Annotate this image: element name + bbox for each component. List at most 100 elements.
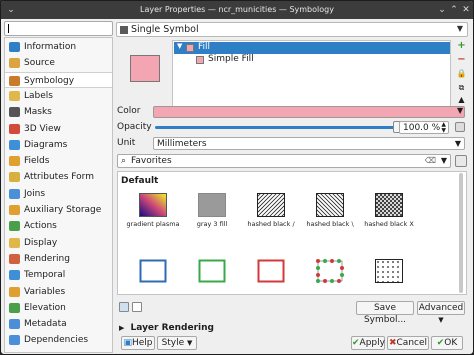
symbol-item-outline-green[interactable] [183,257,241,309]
unit-select[interactable]: Millimeters ▼ [153,137,465,150]
add-layer-icon[interactable]: + [455,40,468,52]
sidebar-item-label: Variables [24,286,66,297]
style-button[interactable]: Style ▼ [157,336,197,350]
sidebar-item-information[interactable]: Information [5,39,112,55]
sidebar-item-metadata[interactable]: Metadata [5,316,112,332]
symbol-item-dots-outline[interactable] [301,257,359,309]
opacity-label: Opacity [117,122,152,132]
remove-layer-icon[interactable]: − [455,54,468,66]
attributes-form-icon [9,172,20,183]
symbol-item-hash-x[interactable]: hashed black X [360,191,418,243]
expand-arrow-icon[interactable]: ▼ [177,42,182,50]
library-scrollbar[interactable] [456,171,466,295]
apply-button[interactable]: ✔Apply [351,336,385,350]
icon-view-icon[interactable] [119,302,129,312]
advanced-button[interactable]: Advanced ▼ [417,301,465,324]
sidebar-item-joins[interactable]: Joins [5,186,112,202]
data-defined-override-icon[interactable] [455,122,465,132]
text-cursor [8,24,9,33]
sidebar-item-label: Masks [24,107,52,118]
library-filter-value: Favorites [131,156,172,166]
layer-rendering-section[interactable]: ▶ Layer Rendering [119,323,214,333]
help-icon: ▣ [123,338,132,348]
symbol-caption: gray 3 fill [196,220,228,228]
ok-button[interactable]: ✔OK [431,336,463,350]
sidebar-item-3d-view[interactable]: 3D View [5,121,112,137]
symbol-thumbnail [198,259,226,283]
symbol-library-filter[interactable]: ⌕ Favorites ⌫ ▼ [117,154,451,168]
sidebar-item-masks[interactable]: Masks [5,104,112,120]
sidebar-search-input[interactable] [4,21,113,36]
close-icon[interactable]: ✕ [461,5,471,15]
sidebar-item-label: Temporal [24,270,66,281]
symbol-layer-tree: ▼ Fill Simple Fill [172,40,451,114]
sidebar-item-source[interactable]: Source [5,55,112,71]
sidebar-item-label: Display [24,237,58,248]
list-view-icon[interactable] [132,302,142,312]
sidebar-item-labels[interactable]: Labels [5,88,112,104]
dependencies-icon [9,335,20,346]
window-menu-icon[interactable]: ⌄ [6,5,16,15]
spin-arrows-icon[interactable]: ▲ ▼ [441,122,446,134]
sidebar-item-actions[interactable]: Actions [5,218,112,234]
cancel-button[interactable]: ✖Cancel [387,336,429,350]
renderer-type-select[interactable]: Single Symbol ▼ [116,22,468,37]
symbol-item-outline-red[interactable] [242,257,300,309]
help-button[interactable]: ▣Help [121,336,155,350]
sidebar-item-display[interactable]: Display [5,235,112,251]
save-symbol-button[interactable]: Save Symbol... [356,301,414,325]
sidebar-item-label: Elevation [24,302,66,313]
help-label: Help [131,338,153,348]
single-symbol-icon [120,26,128,34]
sidebar-item-temporal[interactable]: Temporal [5,267,112,283]
collapse-arrow-icon: ▶ [119,324,125,332]
color-button[interactable] [153,106,465,118]
actions-icon [9,221,20,232]
symbol-thumbnail [257,193,285,217]
sidebar-item-auxiliary-storage[interactable]: Auxiliary Storage [5,202,112,218]
opacity-slider[interactable] [155,126,397,129]
tree-item-simple-fill[interactable]: Simple Fill [174,54,450,66]
sidebar-item-symbology[interactable]: Symbology [5,71,112,88]
minimize-icon[interactable]: ⌄ [437,5,447,15]
window-title: Layer Properties — ncr_municities — Symb… [140,5,334,14]
sidebar-item-fields[interactable]: Fields [5,153,112,169]
tree-item-label: Fill [198,42,211,52]
duplicate-icon[interactable]: ⧉ [455,82,468,94]
style-manager-icon[interactable] [455,155,467,167]
symbol-item-hash-fwd[interactable]: hashed black / [242,191,300,243]
info-icon [9,42,20,52]
sidebar-item-attributes-form[interactable]: Attributes Form [5,169,112,185]
unit-label: Unit [117,138,136,148]
fields-icon [9,156,20,167]
style-label: Style [161,338,185,348]
sidebar-item-label: Fields [24,156,50,167]
symbol-item-gradient[interactable]: gradient plasma [124,191,182,243]
opacity-spinbox[interactable]: 100.0 % ▲ ▼ [399,121,449,134]
sidebar-item-label: Diagrams [24,139,68,150]
advanced-label: Advanced [418,303,464,313]
metadata-icon [9,319,20,330]
sidebar-item-rendering[interactable]: Rendering [5,251,112,267]
tree-item-fill[interactable]: ▼ Fill [174,42,450,54]
layer-properties-window: Layer Properties — ncr_municities — Symb… [0,0,474,355]
chevron-down-icon[interactable]: ▼ [441,156,447,165]
symbol-caption: hashed black \ [306,220,354,228]
symbol-item-hash-back[interactable]: hashed black \ [301,191,359,243]
symbol-thumbnail [198,193,226,217]
symbology-icon [9,75,20,86]
sidebar-item-diagrams[interactable]: Diagrams [5,137,112,153]
maximize-icon[interactable]: ⌃ [449,5,459,15]
simple-fill-swatch-icon [196,56,204,64]
symbol-preview-swatch [130,55,160,82]
masks-icon [9,107,20,118]
apply-label: Apply [359,338,385,348]
symbol-item-gray[interactable]: gray 3 fill [183,191,241,243]
clear-icon[interactable]: ⌫ [425,156,436,165]
sidebar-item-dependencies[interactable]: Dependencies [5,332,112,348]
sidebar-item-elevation[interactable]: Elevation [5,300,112,316]
chevron-down-icon[interactable]: ▼ [457,106,463,115]
sidebar-item-variables[interactable]: Variables [5,284,112,300]
lock-icon[interactable]: 🔒 [455,68,468,80]
elevation-icon [9,302,20,313]
